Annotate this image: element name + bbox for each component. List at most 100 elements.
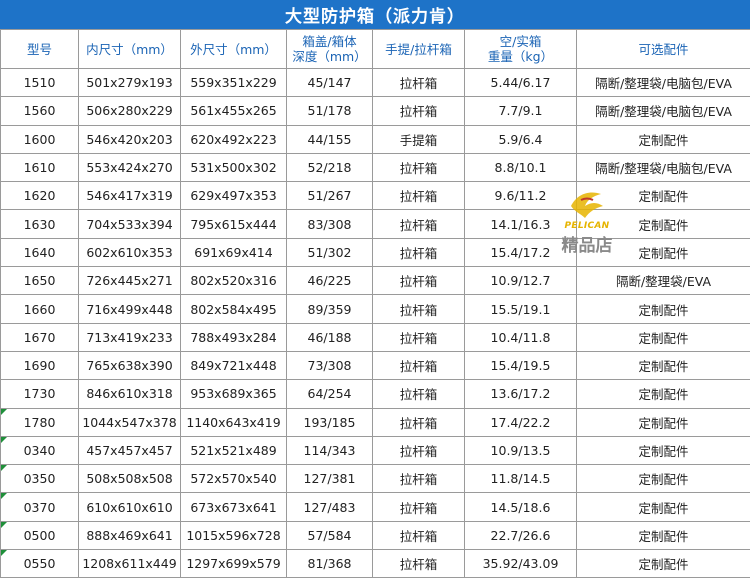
header-weight-line2: 重量（kg） <box>465 49 576 64</box>
weight-cell: 15.5/19.1 <box>465 295 577 323</box>
model-cell: 1560 <box>1 97 79 125</box>
outer-size-cell: 795x615x444 <box>181 210 287 238</box>
weight-cell: 11.8/14.5 <box>465 465 577 493</box>
accessories-cell: 定制配件 <box>577 408 750 436</box>
accessories-cell: 定制配件 <box>577 550 750 578</box>
depth-cell: 64/254 <box>287 380 373 408</box>
weight-cell: 13.6/17.2 <box>465 380 577 408</box>
header-handle: 手提/拉杆箱 <box>373 30 465 69</box>
depth-cell: 46/188 <box>287 323 373 351</box>
weight-cell: 5.9/6.4 <box>465 125 577 153</box>
header-weight-line1: 空/实箱 <box>465 34 576 49</box>
table-row: 0500888x469x6411015x596x72857/584拉杆箱22.7… <box>1 521 750 549</box>
model-cell: 1610 <box>1 153 79 181</box>
handle-type-cell: 拉杆箱 <box>373 238 465 266</box>
table-row: 1670713x419x233788x493x28446/188拉杆箱10.4/… <box>1 323 750 351</box>
model-cell: 0370 <box>1 493 79 521</box>
inner-size-cell: 546x420x203 <box>79 125 181 153</box>
inner-size-cell: 508x508x508 <box>79 465 181 493</box>
outer-size-cell: 802x520x316 <box>181 267 287 295</box>
depth-cell: 46/225 <box>287 267 373 295</box>
depth-cell: 81/368 <box>287 550 373 578</box>
accessories-cell: 定制配件 <box>577 210 750 238</box>
accessories-cell: 定制配件 <box>577 125 750 153</box>
spec-table: 型号 内尺寸（mm） 外尺寸（mm） 箱盖/箱体 深度（mm） 手提/拉杆箱 空… <box>0 29 750 578</box>
handle-type-cell: 拉杆箱 <box>373 521 465 549</box>
header-outer-size: 外尺寸（mm） <box>181 30 287 69</box>
accessories-cell: 隔断/整理袋/电脑包/EVA <box>577 153 750 181</box>
accessories-cell: 定制配件 <box>577 493 750 521</box>
model-cell: 1510 <box>1 69 79 97</box>
model-cell: 1640 <box>1 238 79 266</box>
outer-size-cell: 629x497x353 <box>181 182 287 210</box>
weight-cell: 7.7/9.1 <box>465 97 577 125</box>
handle-type-cell: 拉杆箱 <box>373 295 465 323</box>
handle-type-cell: 拉杆箱 <box>373 550 465 578</box>
table-row: 0350508x508x508572x570x540127/381拉杆箱11.8… <box>1 465 750 493</box>
depth-cell: 83/308 <box>287 210 373 238</box>
depth-cell: 114/343 <box>287 436 373 464</box>
handle-type-cell: 拉杆箱 <box>373 210 465 238</box>
model-cell: 1690 <box>1 351 79 379</box>
table-row: 1690765x638x390849x721x44873/308拉杆箱15.4/… <box>1 351 750 379</box>
inner-size-cell: 610x610x610 <box>79 493 181 521</box>
table-row: 1560506x280x229561x455x26551/178拉杆箱7.7/9… <box>1 97 750 125</box>
weight-cell: 15.4/17.2 <box>465 238 577 266</box>
handle-type-cell: 拉杆箱 <box>373 153 465 181</box>
header-inner-size: 内尺寸（mm） <box>79 30 181 69</box>
table-row: 1510501x279x193559x351x22945/147拉杆箱5.44/… <box>1 69 750 97</box>
depth-cell: 127/381 <box>287 465 373 493</box>
inner-size-cell: 765x638x390 <box>79 351 181 379</box>
handle-type-cell: 拉杆箱 <box>373 493 465 521</box>
accessories-cell: 隔断/整理袋/EVA <box>577 267 750 295</box>
outer-size-cell: 802x584x495 <box>181 295 287 323</box>
accessories-cell: 定制配件 <box>577 521 750 549</box>
handle-type-cell: 拉杆箱 <box>373 182 465 210</box>
table-row: 1730846x610x318953x689x36564/254拉杆箱13.6/… <box>1 380 750 408</box>
handle-type-cell: 拉杆箱 <box>373 323 465 351</box>
depth-cell: 57/584 <box>287 521 373 549</box>
handle-type-cell: 拉杆箱 <box>373 97 465 125</box>
inner-size-cell: 602x610x353 <box>79 238 181 266</box>
handle-type-cell: 拉杆箱 <box>373 351 465 379</box>
outer-size-cell: 559x351x229 <box>181 69 287 97</box>
model-cell: 1670 <box>1 323 79 351</box>
header-model: 型号 <box>1 30 79 69</box>
inner-size-cell: 888x469x641 <box>79 521 181 549</box>
table-row: 1660716x499x448802x584x49589/359拉杆箱15.5/… <box>1 295 750 323</box>
depth-cell: 51/267 <box>287 182 373 210</box>
inner-size-cell: 1208x611x449 <box>79 550 181 578</box>
table-row: 1640602x610x353691x69x41451/302拉杆箱15.4/1… <box>1 238 750 266</box>
handle-type-cell: 拉杆箱 <box>373 380 465 408</box>
accessories-cell: 隔断/整理袋/电脑包/EVA <box>577 97 750 125</box>
outer-size-cell: 561x455x265 <box>181 97 287 125</box>
model-cell: 1660 <box>1 295 79 323</box>
handle-type-cell: 手提箱 <box>373 125 465 153</box>
table-row: 1610553x424x270531x500x30252/218拉杆箱8.8/1… <box>1 153 750 181</box>
outer-size-cell: 572x570x540 <box>181 465 287 493</box>
table-row: 17801044x547x3781140x643x419193/185拉杆箱17… <box>1 408 750 436</box>
header-depth-line1: 箱盖/箱体 <box>287 34 372 49</box>
inner-size-cell: 457x457x457 <box>79 436 181 464</box>
outer-size-cell: 1015x596x728 <box>181 521 287 549</box>
header-weight: 空/实箱 重量（kg） <box>465 30 577 69</box>
depth-cell: 52/218 <box>287 153 373 181</box>
weight-cell: 17.4/22.2 <box>465 408 577 436</box>
outer-size-cell: 788x493x284 <box>181 323 287 351</box>
model-cell: 1650 <box>1 267 79 295</box>
outer-size-cell: 521x521x489 <box>181 436 287 464</box>
table-row: 1650726x445x271802x520x31646/225拉杆箱10.9/… <box>1 267 750 295</box>
model-cell: 1620 <box>1 182 79 210</box>
outer-size-cell: 673x673x641 <box>181 493 287 521</box>
weight-cell: 9.6/11.2 <box>465 182 577 210</box>
handle-type-cell: 拉杆箱 <box>373 436 465 464</box>
depth-cell: 73/308 <box>287 351 373 379</box>
inner-size-cell: 553x424x270 <box>79 153 181 181</box>
model-cell: 0500 <box>1 521 79 549</box>
header-row: 型号 内尺寸（mm） 外尺寸（mm） 箱盖/箱体 深度（mm） 手提/拉杆箱 空… <box>1 30 750 69</box>
table-row: 05501208x611x4491297x699x57981/368拉杆箱35.… <box>1 550 750 578</box>
outer-size-cell: 953x689x365 <box>181 380 287 408</box>
inner-size-cell: 713x419x233 <box>79 323 181 351</box>
inner-size-cell: 846x610x318 <box>79 380 181 408</box>
outer-size-cell: 1297x699x579 <box>181 550 287 578</box>
